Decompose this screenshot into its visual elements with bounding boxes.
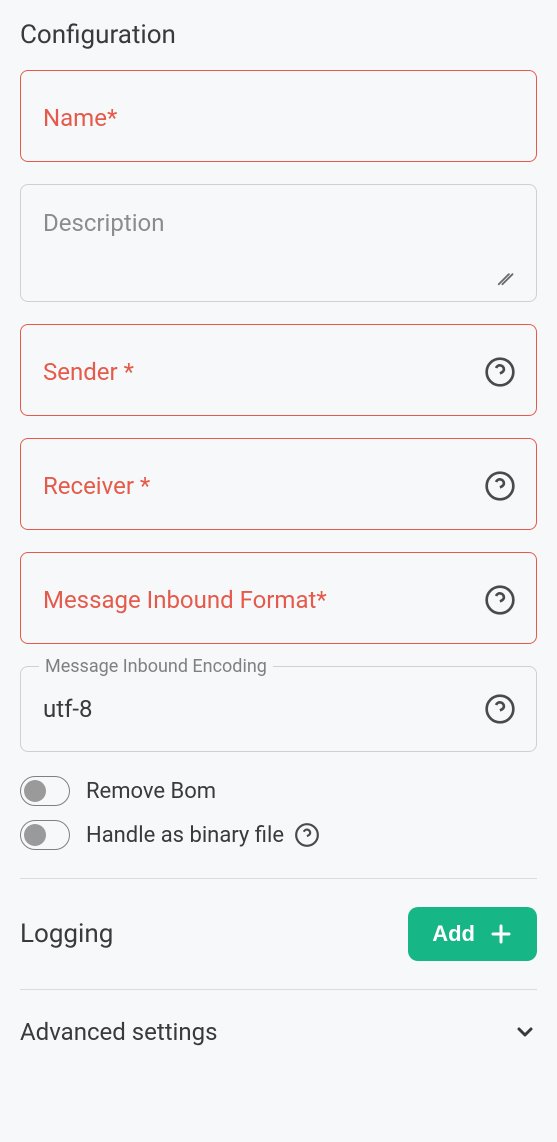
plus-icon (489, 922, 513, 946)
remove-bom-label: Remove Bom (86, 779, 216, 804)
add-label: Add (432, 921, 475, 947)
name-field[interactable]: Name* (20, 70, 537, 162)
sender-label: Sender * (43, 358, 484, 386)
section-title: Configuration (20, 20, 537, 50)
help-icon[interactable] (294, 822, 320, 848)
help-icon[interactable] (484, 584, 516, 616)
help-icon[interactable] (484, 693, 516, 725)
logging-title: Logging (20, 919, 113, 949)
description-field[interactable]: Description (20, 184, 537, 302)
receiver-label: Receiver * (43, 472, 484, 500)
configuration-section: Configuration Name* Description Sender *… (20, 20, 537, 1056)
chevron-down-icon (513, 1020, 537, 1044)
handle-binary-text: Handle as binary file (86, 823, 284, 848)
inbound-encoding-value: utf-8 (43, 695, 484, 723)
sender-field[interactable]: Sender * (20, 324, 537, 416)
remove-bom-row: Remove Bom (20, 776, 537, 806)
remove-bom-toggle[interactable] (20, 776, 70, 806)
advanced-title: Advanced settings (20, 1018, 218, 1046)
inbound-encoding-label: Message Inbound Encoding (39, 656, 273, 677)
inbound-format-field[interactable]: Message Inbound Format* (20, 552, 537, 644)
toggle-knob (24, 780, 46, 802)
handle-binary-row: Handle as binary file (20, 820, 537, 850)
handle-binary-toggle[interactable] (20, 820, 70, 850)
help-icon[interactable] (484, 470, 516, 502)
name-label: Name* (43, 104, 516, 132)
description-label: Description (43, 209, 516, 237)
handle-binary-label: Handle as binary file (86, 822, 320, 848)
add-button[interactable]: Add (408, 907, 537, 961)
inbound-format-label: Message Inbound Format* (43, 586, 484, 614)
receiver-field[interactable]: Receiver * (20, 438, 537, 530)
toggle-knob (24, 824, 46, 846)
inbound-encoding-field[interactable]: Message Inbound Encoding utf-8 (20, 666, 537, 752)
logging-row: Logging Add (20, 879, 537, 961)
help-icon[interactable] (484, 356, 516, 388)
advanced-settings-row[interactable]: Advanced settings (20, 990, 537, 1056)
edit-icon[interactable] (496, 265, 518, 287)
